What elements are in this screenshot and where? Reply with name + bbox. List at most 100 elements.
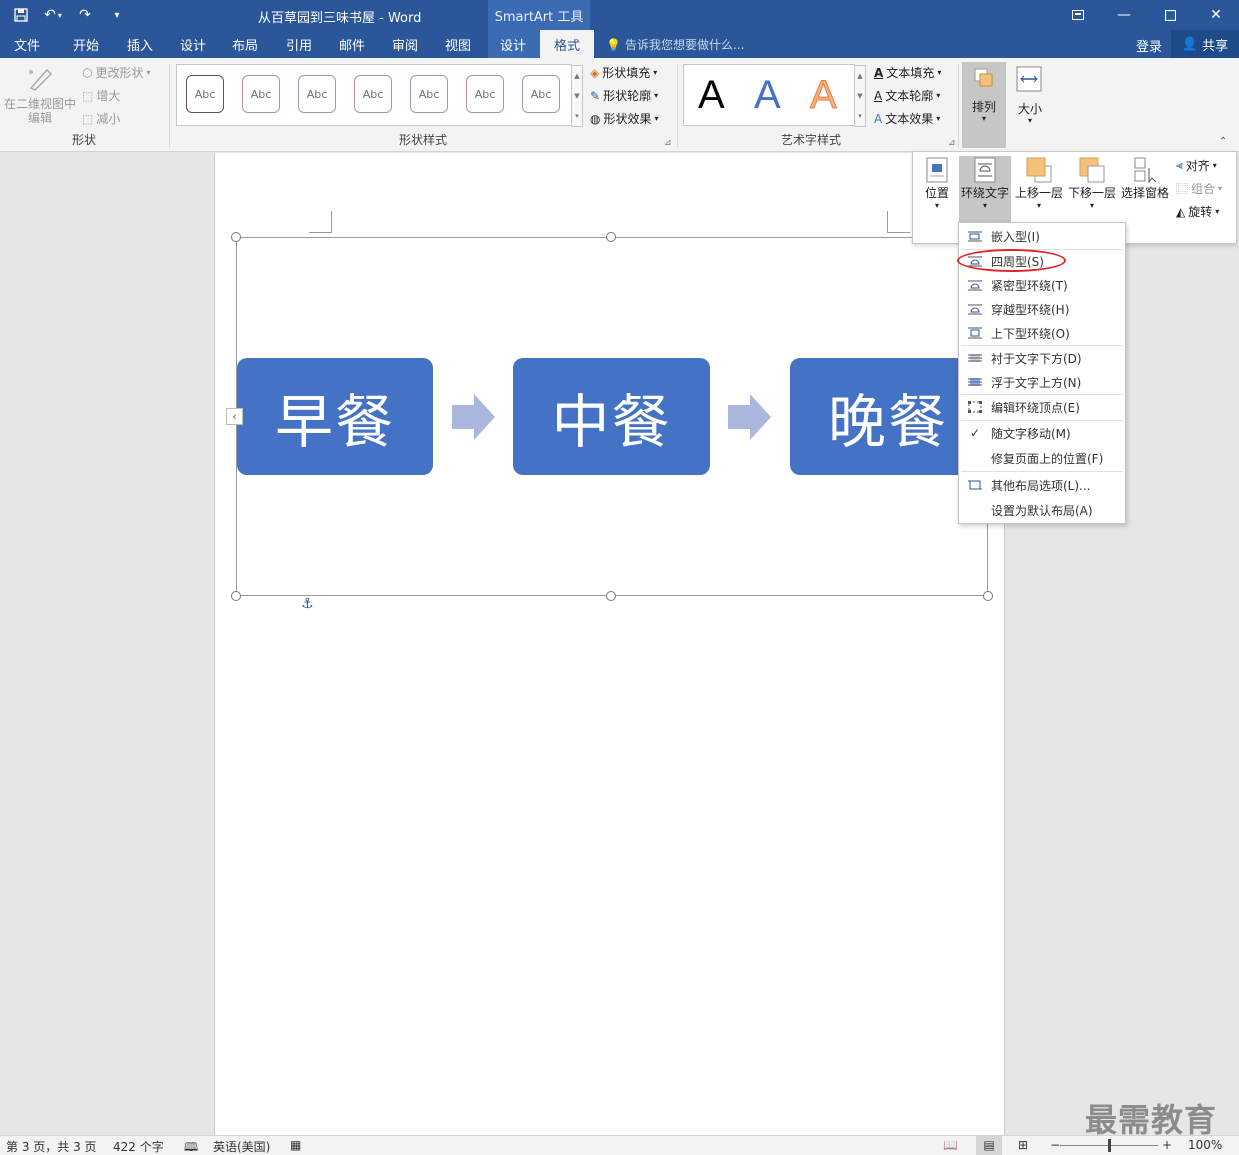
page-count[interactable]: 第 3 页，共 3 页 — [6, 1138, 97, 1155]
wordart-scroll[interactable]: ▲ ▼ ▾ — [854, 65, 866, 127]
redo-icon[interactable]: ↷ — [72, 5, 98, 25]
text-fill-button[interactable]: A 文本填充 ▾ — [874, 64, 941, 81]
resize-handle[interactable] — [983, 591, 993, 601]
minimize-icon[interactable]: — — [1101, 0, 1147, 30]
menu-item-behind-text[interactable]: 衬于文字下方(D) — [959, 346, 1125, 370]
zoom-out-icon[interactable]: − — [1050, 1138, 1060, 1152]
dialog-launcher-icon[interactable]: ⊿ — [664, 138, 672, 148]
rotate-button[interactable]: ◭ 旋转 ▾ — [1176, 203, 1219, 220]
resize-handle[interactable] — [231, 591, 241, 601]
menu-item-inline[interactable]: 嵌入型(I) — [959, 224, 1125, 248]
customize-qat-icon[interactable]: ▾ — [104, 5, 130, 25]
tab-smartart-design[interactable]: 设计 — [500, 35, 526, 54]
menu-item-in-front-of-text[interactable]: 浮于文字上方(N) — [959, 370, 1125, 394]
arrange-button[interactable]: 排列 ▾ — [962, 62, 1006, 148]
shape-style-6[interactable]: Abc — [466, 75, 504, 113]
wordart-style-blue[interactable]: A — [754, 73, 781, 118]
resize-handle[interactable] — [231, 232, 241, 242]
menu-item-set-as-default[interactable]: 设置为默认布局(A) — [959, 498, 1125, 522]
zoom-in-icon[interactable]: + — [1162, 1138, 1172, 1152]
edit-in-2d-button[interactable]: 在二维视图中编辑 — [4, 64, 76, 125]
resize-handle[interactable] — [606, 232, 616, 242]
align-button[interactable]: ⫷ 对齐 ▾ — [1176, 157, 1217, 174]
size-button[interactable]: 大小 ▾ — [1010, 62, 1050, 125]
scroll-up-icon[interactable]: ▲ — [574, 72, 579, 80]
shape-style-3[interactable]: Abc — [298, 75, 336, 113]
menu-item-tight[interactable]: 紧密型环绕(T) — [959, 273, 1125, 297]
more-icon[interactable]: ▾ — [858, 112, 862, 120]
position-button[interactable]: 位置 ▾ — [919, 156, 955, 222]
menu-item-fix-position[interactable]: 修复页面上的位置(F) — [959, 446, 1125, 470]
smartart-box-dinner[interactable]: 晚餐 — [790, 358, 986, 475]
text-outline-button[interactable]: A 文本轮廓 ▾ — [874, 87, 940, 104]
macro-record-icon[interactable]: ▦ — [290, 1138, 301, 1152]
change-shape-button[interactable]: ⬡ 更改形状 ▾ — [82, 64, 151, 81]
language-indicator[interactable]: 英语(美国) — [213, 1138, 270, 1155]
shape-style-4[interactable]: Abc — [354, 75, 392, 113]
gallery-scroll[interactable]: ▲ ▼ ▾ — [571, 65, 583, 127]
send-backward-button[interactable]: 下移一层 ▾ — [1066, 156, 1118, 222]
resize-handle[interactable] — [606, 591, 616, 601]
tab-smartart-format[interactable]: 格式 — [540, 30, 595, 58]
tab-references[interactable]: 引用 — [286, 35, 312, 54]
tab-file[interactable]: 文件 — [14, 35, 40, 54]
wordart-gallery[interactable]: A A A ▲ ▼ ▾ — [683, 64, 866, 127]
tab-view[interactable]: 视图 — [445, 35, 471, 54]
shape-effects-button[interactable]: ◍ 形状效果 ▾ — [590, 110, 659, 127]
shape-style-1[interactable]: Abc — [186, 75, 224, 113]
maximize-icon[interactable] — [1147, 0, 1193, 30]
menu-item-through[interactable]: 穿越型环绕(H) — [959, 297, 1125, 321]
tab-mailings[interactable]: 邮件 — [339, 35, 365, 54]
tab-home[interactable]: 开始 — [73, 35, 99, 54]
bring-forward-button[interactable]: 上移一层 ▾ — [1013, 156, 1065, 222]
shape-styles-gallery[interactable]: Abc Abc Abc Abc Abc Abc Abc ▲ ▼ ▾ — [176, 64, 583, 127]
more-icon[interactable]: ▾ — [575, 112, 579, 120]
ribbon-display-options-icon[interactable] — [1055, 0, 1101, 30]
scroll-up-icon[interactable]: ▲ — [857, 72, 862, 80]
proofing-icon[interactable]: 🕮 — [184, 1138, 198, 1155]
word-count[interactable]: 422 个字 — [113, 1138, 164, 1155]
zoom-level[interactable]: 100% — [1188, 1138, 1222, 1152]
shape-style-2[interactable]: Abc — [242, 75, 280, 113]
smaller-button[interactable]: ⬚ 减小 — [82, 110, 120, 127]
status-bar: 第 3 页，共 3 页 422 个字 🕮 英语(美国) ▦ 📖 ▤ ⊞ − + … — [0, 1135, 1239, 1155]
menu-item-more-layout-options[interactable]: 其他布局选项(L)... — [959, 473, 1125, 497]
shape-outline-button[interactable]: ✎ 形状轮廓 ▾ — [590, 87, 658, 104]
shape-style-5[interactable]: Abc — [410, 75, 448, 113]
menu-item-top-bottom[interactable]: 上下型环绕(O) — [959, 321, 1125, 345]
larger-button[interactable]: ⬚ 增大 — [82, 87, 120, 104]
anchor-icon[interactable]: ⚓ — [301, 596, 314, 612]
selection-pane-button[interactable]: 选择窗格 — [1119, 156, 1171, 222]
tell-me-box[interactable]: 💡 告诉我您想要做什么... — [606, 36, 744, 53]
tab-review[interactable]: 审阅 — [392, 35, 418, 54]
smartart-box-breakfast[interactable]: 早餐 — [237, 358, 433, 475]
read-mode-icon[interactable]: 📖 — [943, 1138, 958, 1152]
menu-item-move-with-text[interactable]: ✓ 随文字移动(M) — [959, 421, 1125, 445]
shape-style-7[interactable]: Abc — [522, 75, 560, 113]
dialog-launcher-icon[interactable]: ⊿ — [948, 138, 956, 148]
smartart-box-lunch[interactable]: 中餐 — [513, 358, 710, 475]
undo-icon[interactable]: ↶ ▾ — [40, 5, 66, 25]
collapse-ribbon-icon[interactable]: ⌃ — [1219, 136, 1227, 147]
tab-design[interactable]: 设计 — [180, 35, 206, 54]
close-icon[interactable]: ✕ — [1193, 0, 1239, 30]
login-link[interactable]: 登录 — [1136, 36, 1162, 55]
text-effects-button[interactable]: A 文本效果 ▾ — [874, 110, 940, 127]
wrap-text-button[interactable]: 环绕文字 ▾ — [959, 156, 1011, 222]
save-icon[interactable] — [8, 5, 34, 25]
shapes-group-label: 形状 — [71, 133, 96, 147]
scroll-down-icon[interactable]: ▼ — [857, 92, 862, 100]
share-button[interactable]: 👤 共享 — [1171, 30, 1239, 58]
text-pane-toggle-icon[interactable]: ‹ — [226, 408, 243, 425]
wordart-style-black[interactable]: A — [698, 73, 725, 118]
scroll-down-icon[interactable]: ▼ — [574, 92, 579, 100]
print-layout-icon[interactable]: ▤ — [976, 1136, 1002, 1155]
wordart-style-orange[interactable]: A — [810, 73, 838, 118]
tab-layout[interactable]: 布局 — [232, 35, 258, 54]
group-button[interactable]: ⿴ 组合 ▾ — [1176, 180, 1222, 197]
web-layout-icon[interactable]: ⊞ — [1018, 1138, 1028, 1152]
menu-item-edit-wrap-points[interactable]: 编辑环绕顶点(E) — [959, 395, 1125, 419]
shape-fill-button[interactable]: ◈ 形状填充 ▾ — [590, 64, 657, 81]
tab-insert[interactable]: 插入 — [127, 35, 153, 54]
zoom-slider-thumb[interactable] — [1108, 1139, 1111, 1152]
